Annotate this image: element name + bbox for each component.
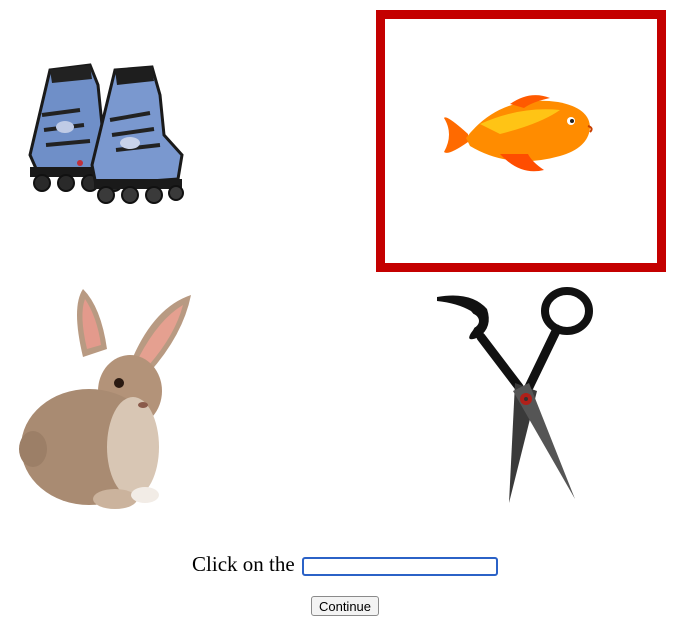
choice-scissors[interactable] [376, 272, 666, 534]
prompt-label: Click on the [192, 552, 295, 576]
continue-row: Continue [0, 596, 690, 616]
answer-input[interactable] [301, 556, 498, 576]
scissors-image [437, 287, 593, 503]
prompt-row: Click on the [0, 549, 690, 579]
choice-skates[interactable] [0, 10, 290, 272]
inline-skates-image [28, 63, 184, 204]
choice-rabbit[interactable] [0, 272, 290, 534]
continue-button[interactable]: Continue [310, 596, 380, 616]
choice-fish[interactable] [376, 10, 666, 272]
goldfish-image [444, 95, 593, 172]
rabbit-image [19, 289, 191, 509]
